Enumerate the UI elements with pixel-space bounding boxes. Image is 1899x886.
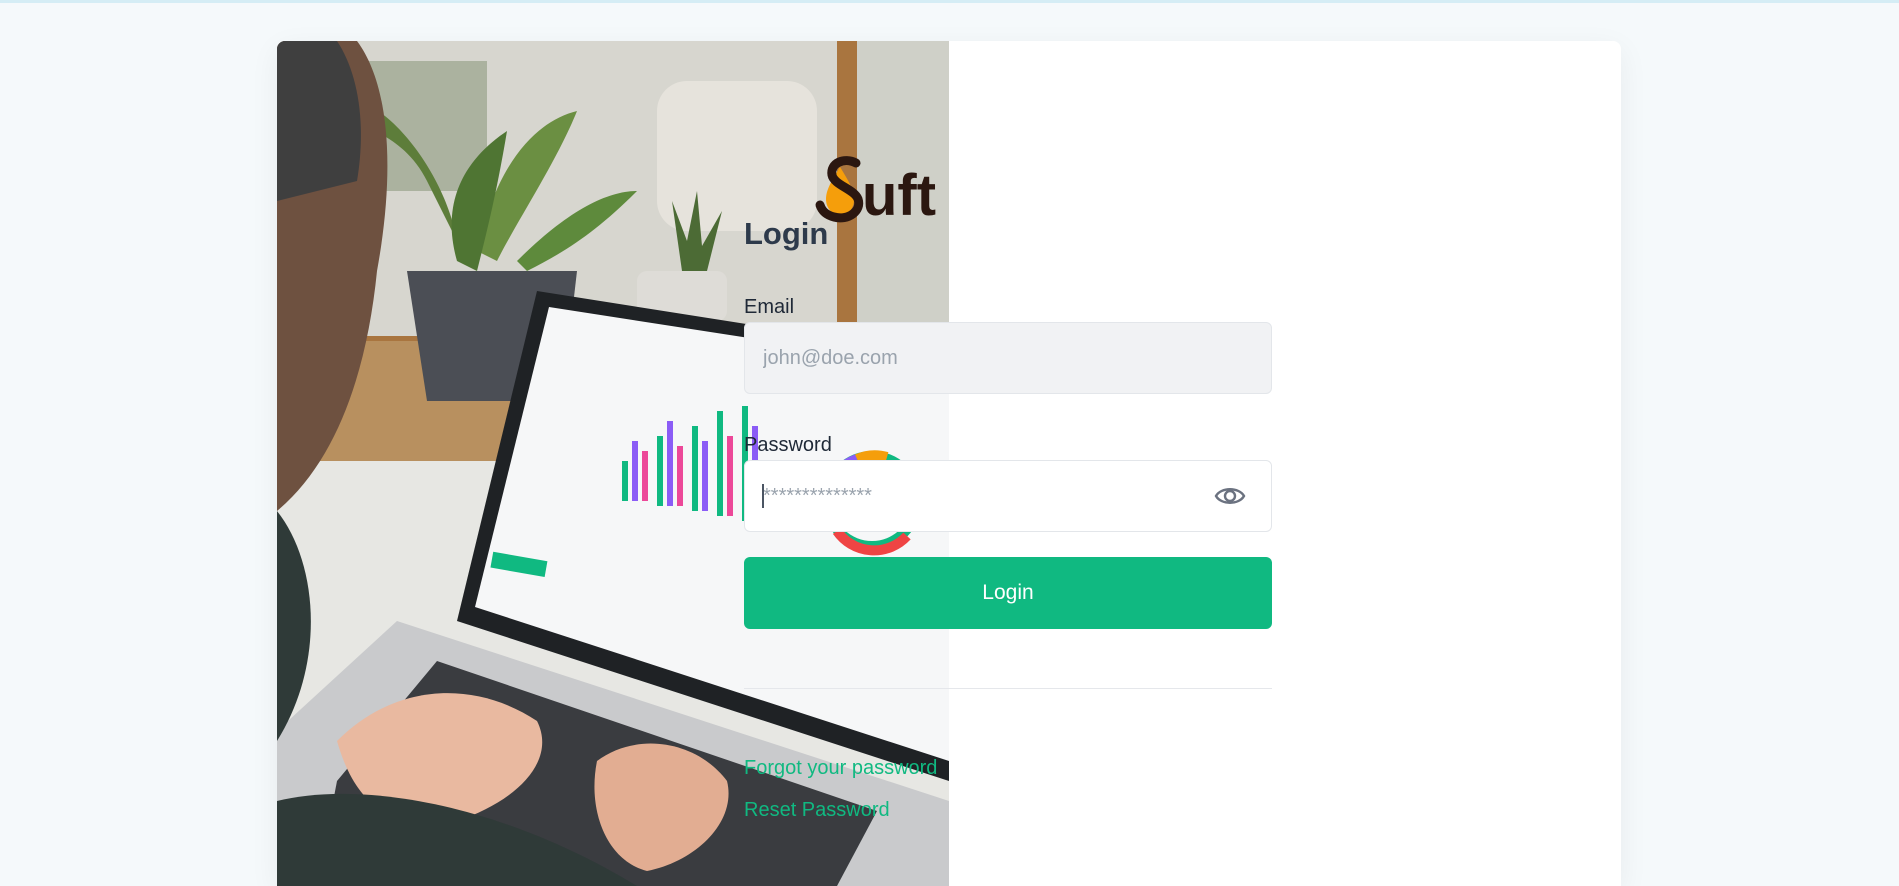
divider: [744, 688, 1272, 689]
suft-logo-icon: uft: [815, 156, 936, 228]
password-input[interactable]: [744, 460, 1272, 532]
reset-password-link[interactable]: Reset Password: [744, 799, 890, 822]
svg-text:uft: uft: [862, 163, 936, 225]
page-title: Login: [744, 216, 829, 251]
brand-logo: uft: [778, 125, 1008, 230]
text-caret: [762, 484, 764, 508]
password-label: Password: [744, 434, 832, 456]
email-input[interactable]: [744, 322, 1272, 394]
top-border: [0, 0, 1899, 3]
login-button[interactable]: Login: [744, 557, 1272, 629]
eye-icon[interactable]: [1214, 480, 1246, 512]
forgot-password-link[interactable]: Forgot your password: [744, 757, 937, 780]
email-label: Email: [744, 296, 795, 318]
